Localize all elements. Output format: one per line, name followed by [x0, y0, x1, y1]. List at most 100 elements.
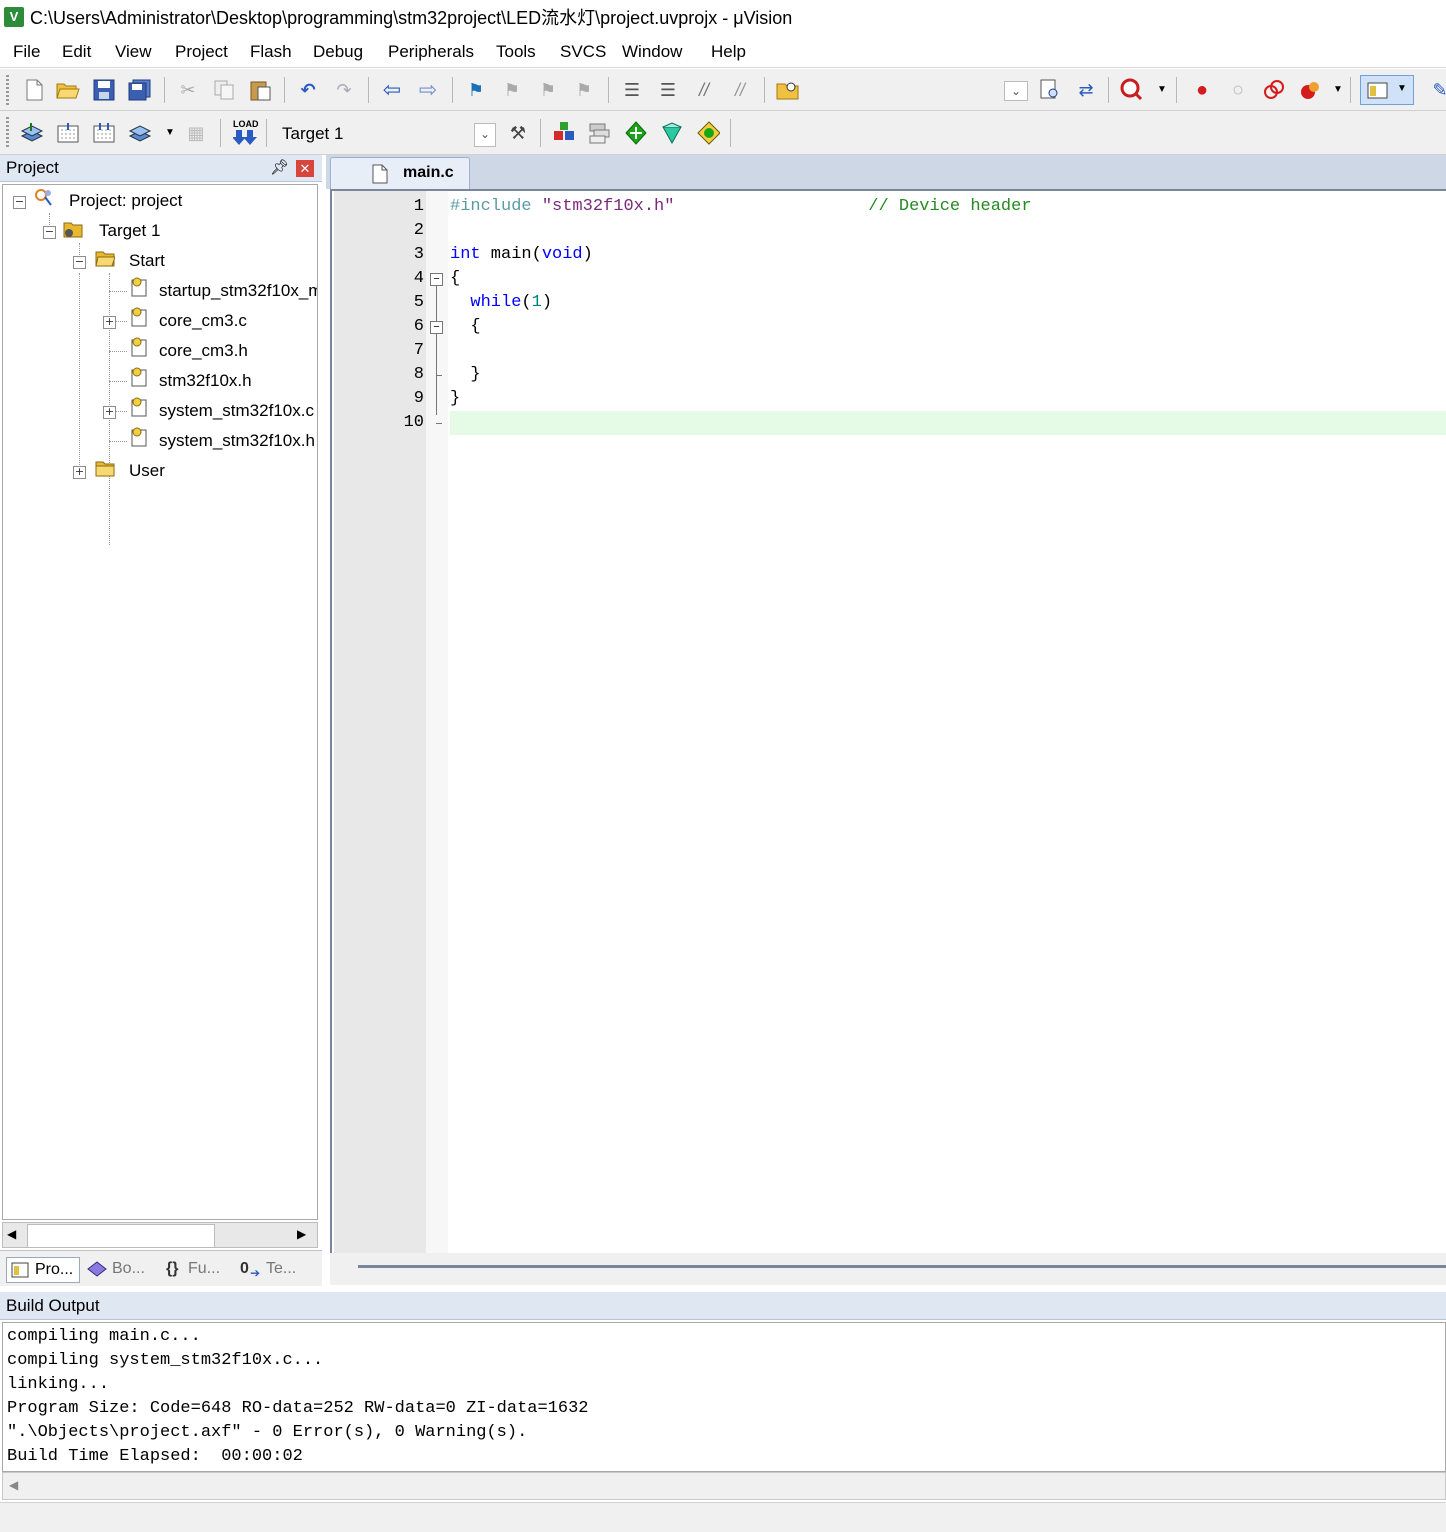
pin-icon[interactable]: 📌︎	[270, 158, 289, 176]
scroll-right-icon[interactable]: ▶	[297, 1227, 306, 1241]
tab-books[interactable]: Bo...	[84, 1257, 152, 1281]
manage-project-items-icon[interactable]	[552, 121, 576, 145]
menu-window[interactable]: Window	[622, 41, 682, 63]
code-line-8[interactable]: }	[450, 363, 480, 387]
rebuild-icon[interactable]	[92, 121, 116, 145]
pack-installer-icon[interactable]	[660, 121, 684, 145]
group-user-item[interactable]: User	[129, 460, 165, 482]
build-output-scrollbar[interactable]: ◀	[2, 1472, 1446, 1500]
configure-icon[interactable]: ✎	[1428, 78, 1446, 102]
close-icon[interactable]: ✕	[296, 160, 314, 177]
expand-file-icon[interactable]: +	[103, 406, 116, 419]
file-item[interactable]: system_stm32f10x.h	[159, 430, 315, 452]
target-select[interactable]: Target 1 ⌄	[276, 121, 496, 147]
undo-icon[interactable]: ↶	[296, 78, 320, 102]
uncomment-selection-icon[interactable]: //	[728, 78, 752, 102]
incremental-find-icon[interactable]: ⇄	[1074, 78, 1098, 102]
toolbar-grip[interactable]	[6, 75, 9, 105]
menu-tools[interactable]: Tools	[496, 41, 536, 63]
code-line-9[interactable]: }	[450, 387, 460, 411]
menu-project[interactable]: Project	[175, 41, 228, 63]
scrollbar-thumb[interactable]	[27, 1224, 215, 1248]
insert-breakpoint-icon[interactable]: ●	[1190, 78, 1214, 102]
previous-bookmark-icon[interactable]: ⚑	[500, 78, 524, 102]
window-layout-button[interactable]: ▼	[1360, 75, 1414, 105]
next-bookmark-icon[interactable]: ⚑	[536, 78, 560, 102]
menu-edit[interactable]: Edit	[62, 41, 91, 63]
menu-svcs[interactable]: SVCS	[560, 41, 606, 63]
save-icon[interactable]	[92, 78, 116, 102]
code-editor[interactable]: 1 2 3 4 5 6 7 8 9 10 − − #include "stm32…	[330, 189, 1446, 1255]
copy-icon[interactable]	[212, 78, 236, 102]
scroll-left-icon[interactable]: ◀	[7, 1227, 16, 1241]
select-packs-icon[interactable]	[588, 121, 612, 145]
code-line-4[interactable]: {	[450, 267, 460, 291]
save-all-icon[interactable]	[128, 78, 152, 102]
translate-icon[interactable]	[20, 121, 44, 145]
start-debug-session-icon[interactable]	[1120, 78, 1144, 102]
debug-dropdown-arrow-icon[interactable]: ▼	[1150, 78, 1174, 102]
batch-build-dropdown-arrow-icon[interactable]: ▼	[158, 121, 182, 145]
navigate-back-icon[interactable]: ⇦	[380, 78, 404, 102]
build-icon[interactable]	[56, 121, 80, 145]
menu-debug[interactable]: Debug	[313, 41, 363, 63]
cut-icon[interactable]: ✂	[176, 78, 200, 102]
tab-functions[interactable]: {} Fu...	[162, 1257, 228, 1281]
build-output-log[interactable]: compiling main.c... compiling system_stm…	[2, 1322, 1446, 1472]
file-item[interactable]: core_cm3.h	[159, 340, 248, 362]
project-horizontal-scrollbar[interactable]: ◀ ▶	[2, 1222, 318, 1248]
collapse-target-icon[interactable]: −	[43, 226, 56, 239]
tab-templates[interactable]: 0 ➔ Te...	[236, 1257, 308, 1281]
expand-file-icon[interactable]: +	[103, 316, 116, 329]
fold-toggle-icon[interactable]: −	[430, 321, 443, 334]
code-line-5[interactable]: while(1)	[450, 291, 552, 315]
file-item[interactable]: startup_stm32f10x_md.s	[159, 280, 317, 302]
open-folder-icon[interactable]	[56, 78, 80, 102]
comment-selection-icon[interactable]: //	[692, 78, 716, 102]
find-in-files-icon[interactable]	[776, 78, 800, 102]
disable-all-breakpoints-icon[interactable]	[1262, 78, 1286, 102]
unindent-icon[interactable]: ☰	[656, 78, 680, 102]
indent-icon[interactable]: ☰	[620, 78, 644, 102]
code-line-1[interactable]: #include "stm32f10x.h" // Device header	[450, 195, 1032, 219]
tab-project[interactable]: Pro...	[6, 1257, 80, 1283]
code-line-3[interactable]: int main(void)	[450, 243, 593, 267]
menu-help[interactable]: Help	[711, 41, 746, 63]
file-item[interactable]: system_stm32f10x.c	[159, 400, 314, 422]
code-line-6[interactable]: {	[450, 315, 480, 339]
collapse-start-group-icon[interactable]: −	[73, 256, 86, 269]
options-for-target-icon[interactable]: ⚒	[506, 121, 530, 145]
kill-all-breakpoints-icon[interactable]	[1298, 78, 1322, 102]
editor-horizontal-scrollbar[interactable]	[330, 1253, 1446, 1285]
menu-flash[interactable]: Flash	[250, 41, 292, 63]
expand-user-group-icon[interactable]: +	[73, 466, 86, 479]
tab-main-c[interactable]: main.c	[330, 157, 470, 190]
manage-rte-icon[interactable]	[624, 121, 648, 145]
stop-build-icon[interactable]: ▦	[184, 121, 208, 145]
project-root-item[interactable]: Project: project	[69, 190, 182, 212]
collapse-project-icon[interactable]: −	[13, 196, 26, 209]
file-item[interactable]: core_cm3.c	[159, 310, 247, 332]
download-load-icon[interactable]: LOAD	[230, 119, 260, 149]
scrollbar-track[interactable]	[358, 1265, 1446, 1268]
navigate-forward-icon[interactable]: ⇨	[416, 78, 440, 102]
file-item[interactable]: stm32f10x.h	[159, 370, 252, 392]
find-dropdown[interactable]: ⌄	[1004, 81, 1028, 101]
breakpoint-dropdown-arrow-icon[interactable]: ▼	[1326, 78, 1350, 102]
menu-view[interactable]: View	[115, 41, 152, 63]
insert-bookmark-icon[interactable]: ⚑	[464, 78, 488, 102]
scroll-left-icon[interactable]: ◀	[9, 1478, 18, 1492]
clear-bookmarks-icon[interactable]: ⚑	[572, 78, 596, 102]
enable-breakpoint-icon[interactable]: ○	[1226, 78, 1250, 102]
menu-peripherals[interactable]: Peripherals	[388, 41, 474, 63]
paste-icon[interactable]	[248, 78, 272, 102]
target-item[interactable]: Target 1	[99, 220, 160, 242]
toolbar-grip[interactable]	[6, 117, 9, 149]
menu-file[interactable]: File	[13, 41, 40, 63]
new-file-icon[interactable]	[22, 78, 46, 102]
find-icon[interactable]	[1038, 78, 1062, 102]
batch-build-icon[interactable]	[128, 121, 152, 145]
redo-icon[interactable]: ↷	[332, 78, 356, 102]
group-start-item[interactable]: Start	[129, 250, 165, 272]
pack-installer-update-icon[interactable]	[696, 121, 720, 145]
